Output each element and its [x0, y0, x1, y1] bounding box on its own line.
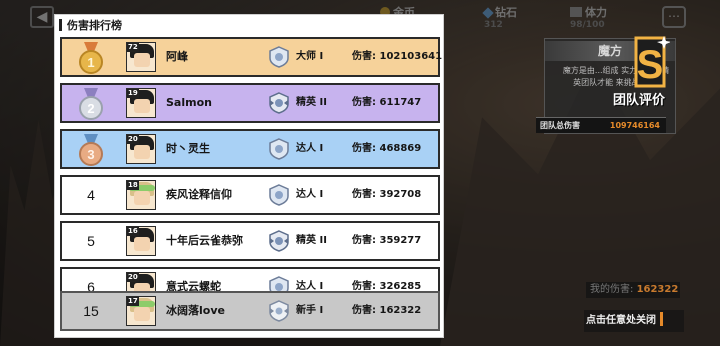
avatar: 20	[126, 272, 156, 291]
bronze-medal-icon: 3	[79, 134, 103, 166]
damage-value: 伤害: 392708	[352, 189, 422, 200]
rank-badge-icon	[269, 276, 289, 291]
team-total-damage: 团队总伤害 109746164	[536, 117, 666, 133]
rank-badge-icon	[269, 46, 289, 68]
player-level: 20	[127, 135, 139, 144]
my-avatar: 17	[126, 296, 156, 326]
medal-rank: 3	[87, 147, 94, 162]
rank-number: 5	[87, 233, 95, 249]
medal-rank: 2	[87, 101, 94, 116]
ranking-row[interactable]: 1 72 阿峰 大师 I 伤害: 102103641	[60, 37, 443, 77]
header-mark	[59, 19, 62, 31]
rank-title: 达人 I	[296, 189, 324, 200]
ranking-list[interactable]: 1 72 阿峰 大师 I 伤害: 102103641 2 19 Salmon 精…	[55, 35, 443, 291]
medal-rank: 1	[87, 55, 94, 70]
damage-value: 伤害: 326285	[352, 281, 422, 291]
my-ranking-row: 15 17 冰阔落love 新手 I 伤害: 162322	[60, 291, 440, 331]
my-damage-value: 162322	[636, 284, 679, 295]
player-level: 16	[127, 227, 139, 236]
my-damage-value-row: 伤害: 162322	[352, 305, 422, 316]
grade-s-icon: S	[634, 36, 670, 88]
rank-badge-icon	[269, 138, 289, 160]
close-hint-text: 点击任意处关闭	[586, 315, 656, 326]
damage-value: 伤害: 611747	[352, 97, 422, 108]
damage-value: 伤害: 102103641	[352, 51, 443, 62]
rank-title: 精英 II	[296, 235, 327, 246]
my-rank-title: 新手 I	[296, 305, 324, 316]
player-name: Salmon	[166, 96, 212, 109]
panel-header: 伤害排行榜	[55, 15, 443, 35]
rank-badge-icon	[269, 230, 289, 252]
player-level: 19	[127, 89, 139, 98]
player-level: 20	[127, 273, 139, 282]
rank-title: 达人 I	[296, 281, 324, 291]
avatar: 72	[126, 42, 156, 72]
ranking-row[interactable]: 3 20 时丶灵生 达人 I 伤害: 468869	[60, 129, 440, 169]
close-hint-bar	[660, 312, 663, 326]
panel-title: 伤害排行榜	[67, 19, 122, 32]
gold-medal-icon: 1	[79, 42, 103, 74]
ranking-row[interactable]: 5 16 十年后云雀恭弥 精英 II 伤害: 359277	[60, 221, 440, 261]
rank-title: 精英 II	[296, 97, 327, 108]
player-name: 意式云螺蛇	[166, 280, 221, 291]
grade-label: 团队评价	[612, 93, 665, 108]
damage-value: 伤害: 468869	[352, 143, 422, 154]
player-name: 疾风诠释信仰	[166, 188, 232, 201]
silver-medal-icon: 2	[79, 88, 103, 120]
rank-title: 大师 I	[296, 51, 324, 62]
my-player-name: 冰阔落love	[166, 304, 225, 317]
rank-badge-icon	[269, 300, 289, 322]
grade-letter: S	[637, 43, 664, 87]
damage-value: 伤害: 359277	[352, 235, 422, 246]
avatar: 20	[126, 134, 156, 164]
close-hint[interactable]: 点击任意处关闭	[584, 310, 684, 332]
avatar: 19	[126, 88, 156, 118]
my-damage-label: 我的伤害:	[590, 284, 634, 295]
ranking-row[interactable]: 6 20 意式云螺蛇 达人 I 伤害: 326285	[60, 267, 440, 291]
rank-number: 6	[87, 279, 95, 291]
team-total-label: 团队总伤害	[540, 121, 580, 130]
my-damage: 我的伤害: 162322	[586, 282, 680, 298]
ranking-row[interactable]: 2 19 Salmon 精英 II 伤害: 611747	[60, 83, 440, 123]
player-name: 十年后云雀恭弥	[166, 234, 243, 247]
my-rank-number: 15	[83, 303, 99, 319]
player-level: 72	[127, 43, 139, 52]
avatar: 18	[126, 180, 156, 210]
avatar: 16	[126, 226, 156, 256]
ranking-row[interactable]: 4 18 疾风诠释信仰 达人 I 伤害: 392708	[60, 175, 440, 215]
team-total-value: 109746164	[609, 121, 660, 130]
rank-badge-icon	[269, 184, 289, 206]
damage-ranking-panel: 伤害排行榜 1 72 阿峰 大师 I 伤害: 102103641 2 19 Sa…	[54, 14, 444, 338]
my-level: 17	[127, 297, 139, 306]
player-level: 18	[127, 181, 139, 190]
rank-number: 4	[87, 187, 95, 203]
rank-title: 达人 I	[296, 143, 324, 154]
player-name: 阿峰	[166, 50, 188, 63]
rank-badge-icon	[269, 92, 289, 114]
player-name: 时丶灵生	[166, 142, 210, 155]
